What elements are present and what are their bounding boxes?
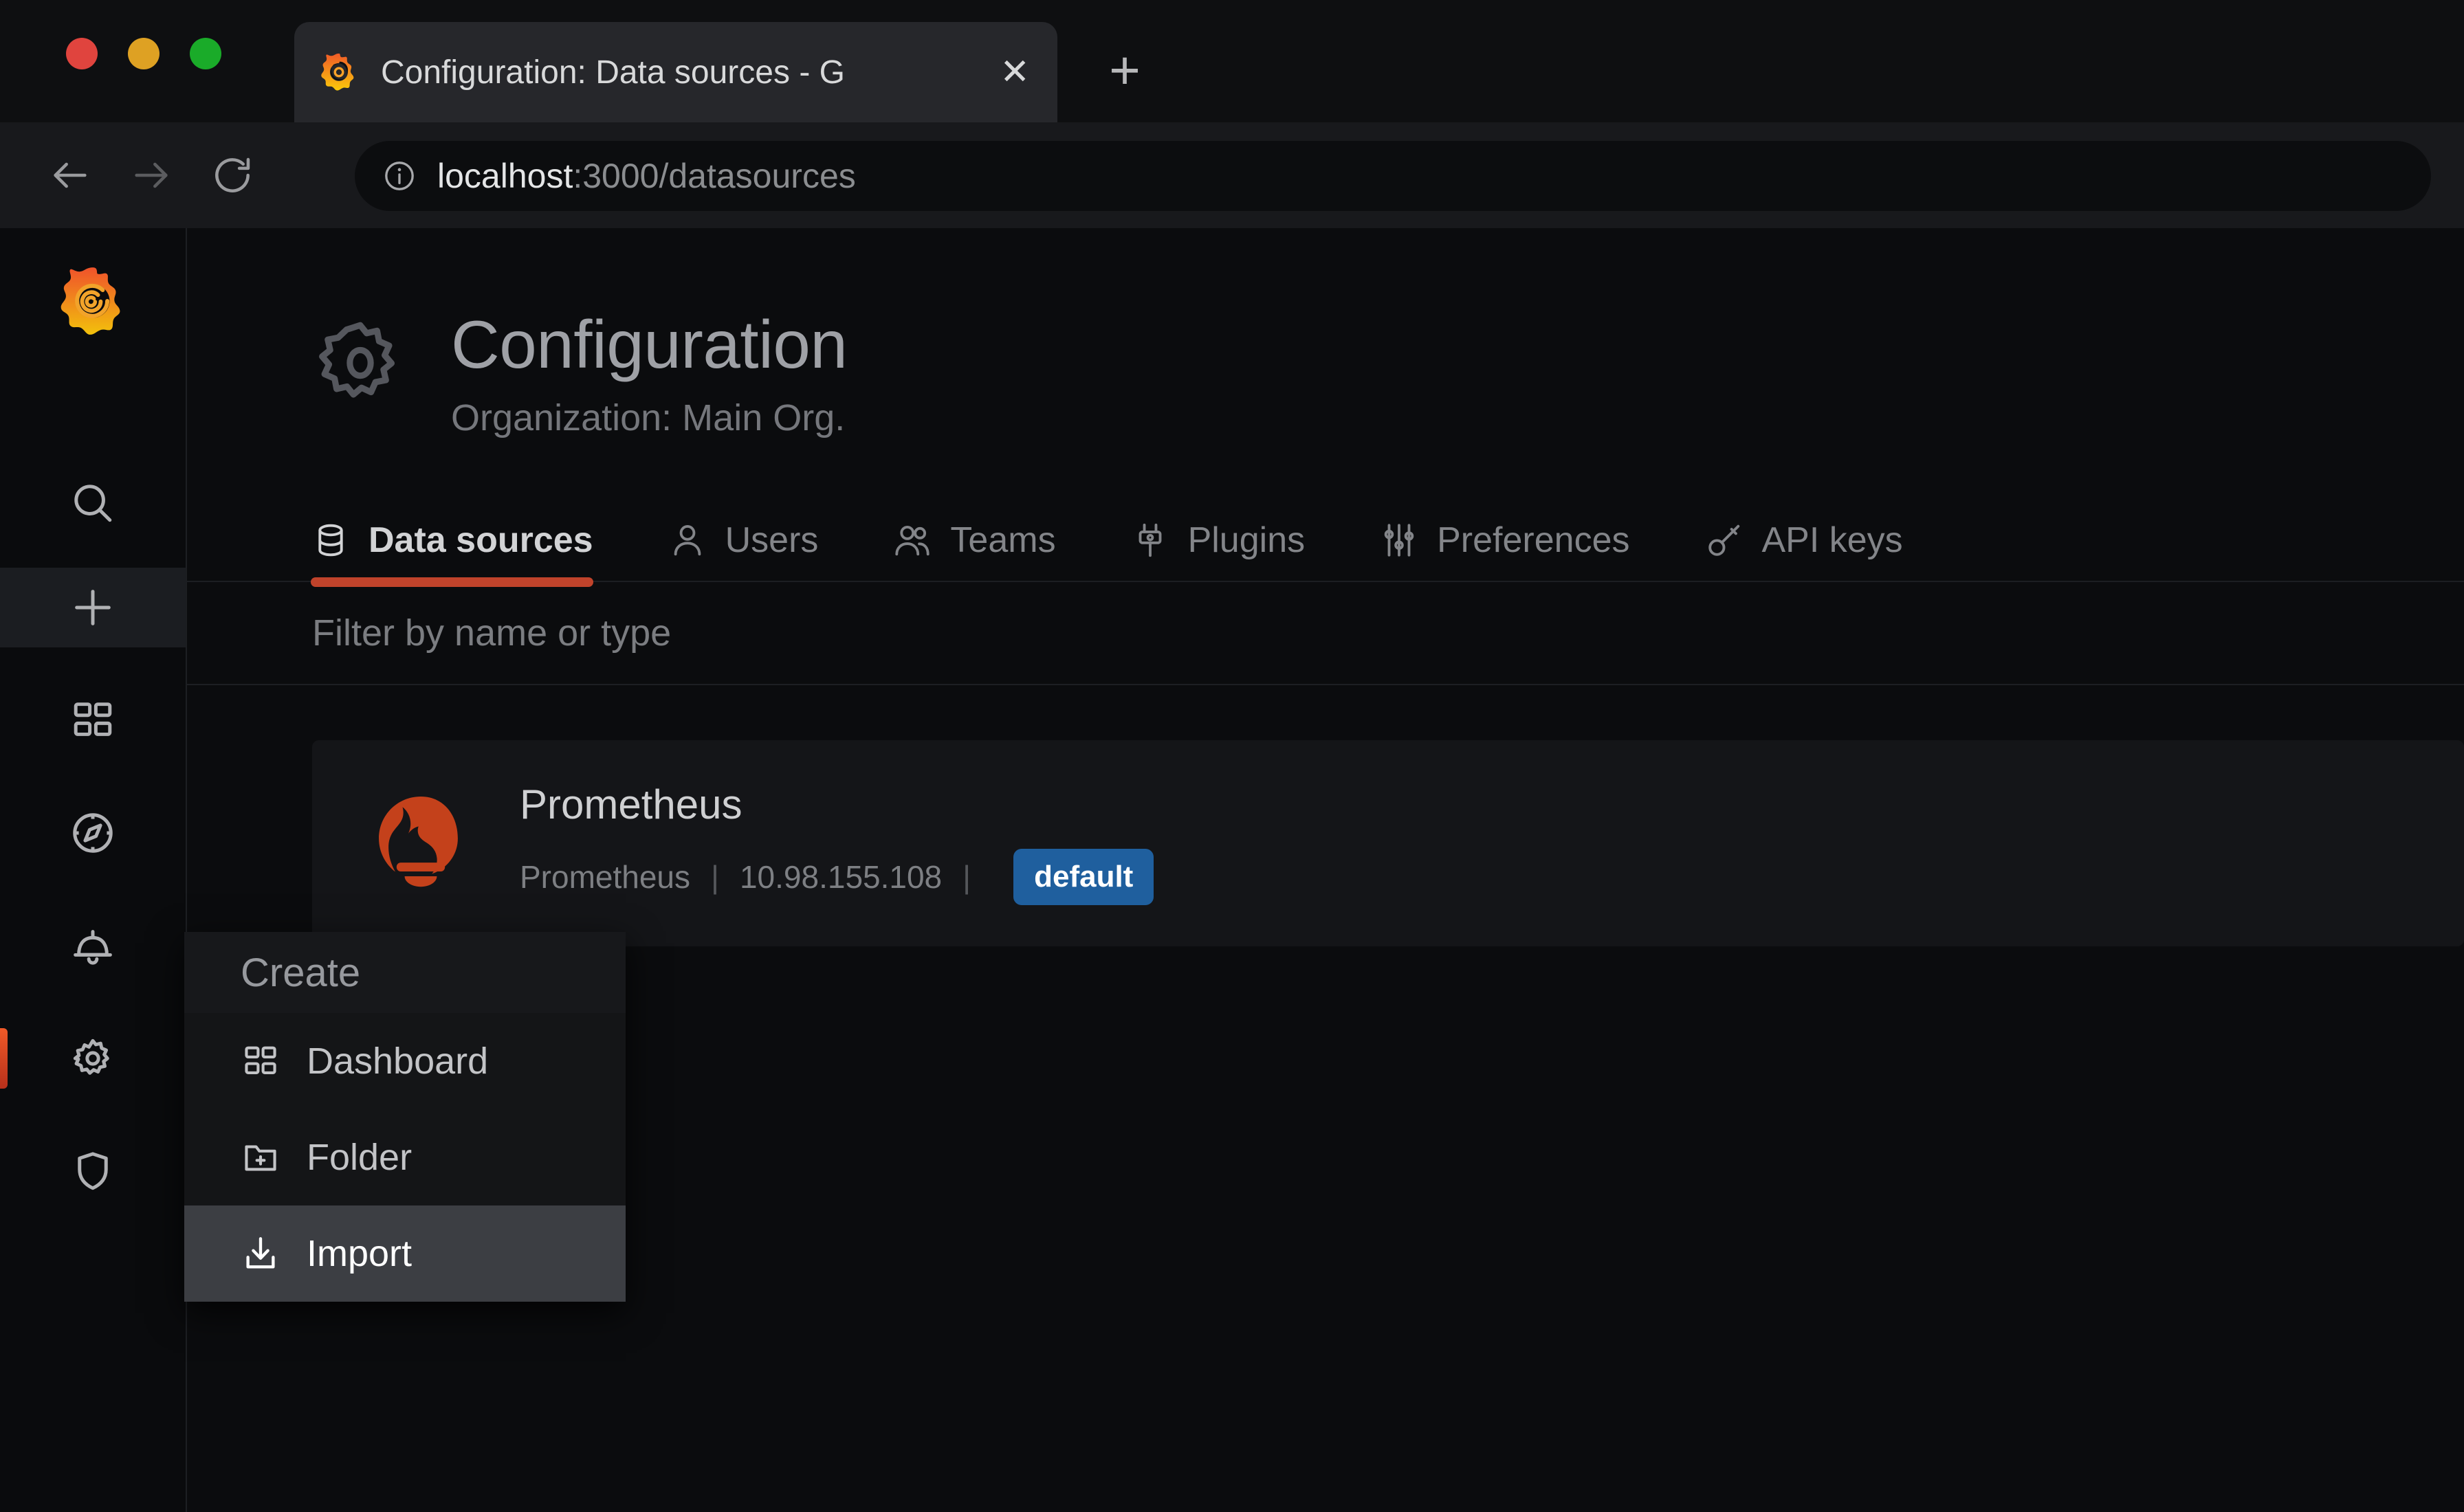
sliders-icon — [1379, 520, 1419, 560]
new-tab-button[interactable]: + — [1093, 40, 1156, 103]
arrow-left-icon[interactable] — [37, 142, 103, 208]
bell-icon — [69, 922, 117, 970]
apps-grid-icon — [69, 696, 117, 744]
browser-titlebar: Configuration: Data sources - G ✕ + — [0, 0, 2464, 122]
create-menu-item-dashboard[interactable]: Dashboard — [184, 1013, 626, 1109]
tab-label: Users — [725, 520, 819, 561]
datasource-meta: Prometheus | 10.98.155.108 | default — [520, 849, 1154, 905]
tab-data-sources[interactable]: Data sources — [311, 499, 593, 581]
database-icon — [311, 520, 351, 560]
sidebar-item-alerting[interactable] — [0, 906, 186, 986]
users-icon — [892, 520, 932, 560]
tab-preferences[interactable]: Preferences — [1379, 499, 1629, 581]
plus-icon — [69, 583, 117, 632]
main-content: Configuration Organization: Main Org. Da… — [187, 228, 2464, 1512]
import-download-icon — [241, 1234, 280, 1274]
gear-icon — [312, 315, 408, 411]
page-subtitle: Organization: Main Org. — [451, 397, 847, 439]
sidebar-item-create[interactable] — [0, 568, 186, 647]
browser-tab-title: Configuration: Data sources - G — [381, 54, 996, 91]
meta-separator: | — [711, 858, 719, 896]
datasource-item-prometheus[interactable]: Prometheus Prometheus | 10.98.155.108 | … — [312, 740, 2464, 946]
create-menu-header: Create — [184, 932, 626, 1013]
search-input[interactable] — [312, 612, 1687, 654]
grafana-logo-icon — [56, 264, 130, 338]
url-bar[interactable]: localhost:3000/datasources — [355, 141, 2431, 211]
tab-label: Data sources — [368, 520, 593, 561]
sidebar-item-configuration[interactable] — [0, 1019, 186, 1098]
menu-item-label: Dashboard — [307, 1040, 488, 1082]
tab-label: Teams — [950, 520, 1055, 561]
datasource-filter-row — [187, 582, 2464, 685]
gear-icon — [69, 1034, 117, 1082]
tab-users[interactable]: Users — [668, 499, 819, 581]
browser-chrome: Configuration: Data sources - G ✕ + — [0, 0, 2464, 228]
sidebar-active-indicator — [0, 1028, 8, 1089]
tab-api-keys[interactable]: API keys — [1704, 499, 1903, 581]
window-close-button[interactable] — [66, 38, 98, 69]
menu-item-label: Import — [307, 1232, 412, 1275]
apps-grid-icon — [241, 1041, 280, 1081]
status-badge-default: default — [1013, 849, 1154, 905]
tab-plugins[interactable]: Plugins — [1130, 499, 1306, 581]
create-menu-item-import[interactable]: Import — [184, 1205, 626, 1302]
window-maximize-button[interactable] — [190, 38, 221, 69]
sidebar-item-dashboards[interactable] — [0, 680, 186, 760]
grafana-logo-icon — [318, 51, 360, 93]
tab-teams[interactable]: Teams — [892, 499, 1055, 581]
datasource-list: Prometheus Prometheus | 10.98.155.108 | … — [187, 685, 2464, 946]
user-icon — [668, 520, 707, 560]
arrow-right-icon[interactable] — [118, 142, 184, 208]
close-icon[interactable]: ✕ — [996, 54, 1034, 90]
window-traffic-lights — [66, 38, 221, 69]
sidebar-item-search[interactable] — [0, 463, 186, 543]
datasource-type: Prometheus — [520, 858, 690, 896]
page-title: Configuration — [451, 309, 847, 380]
page-header: Configuration Organization: Main Org. — [187, 228, 2464, 439]
page-header-text: Configuration Organization: Main Org. — [451, 309, 847, 439]
sidebar-item-explore[interactable] — [0, 793, 186, 873]
sidebar-item-server-admin[interactable] — [0, 1131, 186, 1211]
key-icon — [1704, 520, 1744, 560]
reload-icon[interactable] — [199, 142, 265, 208]
compass-icon — [69, 809, 117, 857]
create-menu-item-folder[interactable]: Folder — [184, 1109, 626, 1205]
sidebar-logo[interactable] — [0, 228, 186, 374]
url-text: localhost:3000/datasources — [437, 156, 856, 196]
folder-plus-icon — [241, 1137, 280, 1177]
datasource-name: Prometheus — [520, 781, 1154, 828]
site-info-icon[interactable] — [382, 159, 417, 193]
window-minimize-button[interactable] — [128, 38, 160, 69]
tab-label: Preferences — [1437, 520, 1629, 561]
config-tabs: Data sources Users — [187, 500, 2464, 582]
meta-separator: | — [962, 858, 971, 896]
browser-tab[interactable]: Configuration: Data sources - G ✕ — [294, 22, 1057, 122]
menu-item-label: Folder — [307, 1136, 412, 1179]
datasource-url: 10.98.155.108 — [740, 858, 942, 896]
create-dropdown-menu: Create Dashboard Folder — [184, 932, 626, 1302]
plug-icon — [1130, 520, 1170, 560]
prometheus-logo-icon — [362, 784, 480, 902]
url-path: :3000/datasources — [573, 157, 855, 195]
sidebar — [0, 228, 187, 1512]
tab-label: API keys — [1762, 520, 1903, 561]
search-icon — [69, 479, 117, 527]
datasource-text: Prometheus Prometheus | 10.98.155.108 | … — [520, 781, 1154, 905]
url-host: localhost — [437, 157, 573, 195]
shield-icon — [69, 1147, 117, 1195]
tab-label: Plugins — [1188, 520, 1306, 561]
grafana-app: Configuration Organization: Main Org. Da… — [0, 228, 2464, 1512]
